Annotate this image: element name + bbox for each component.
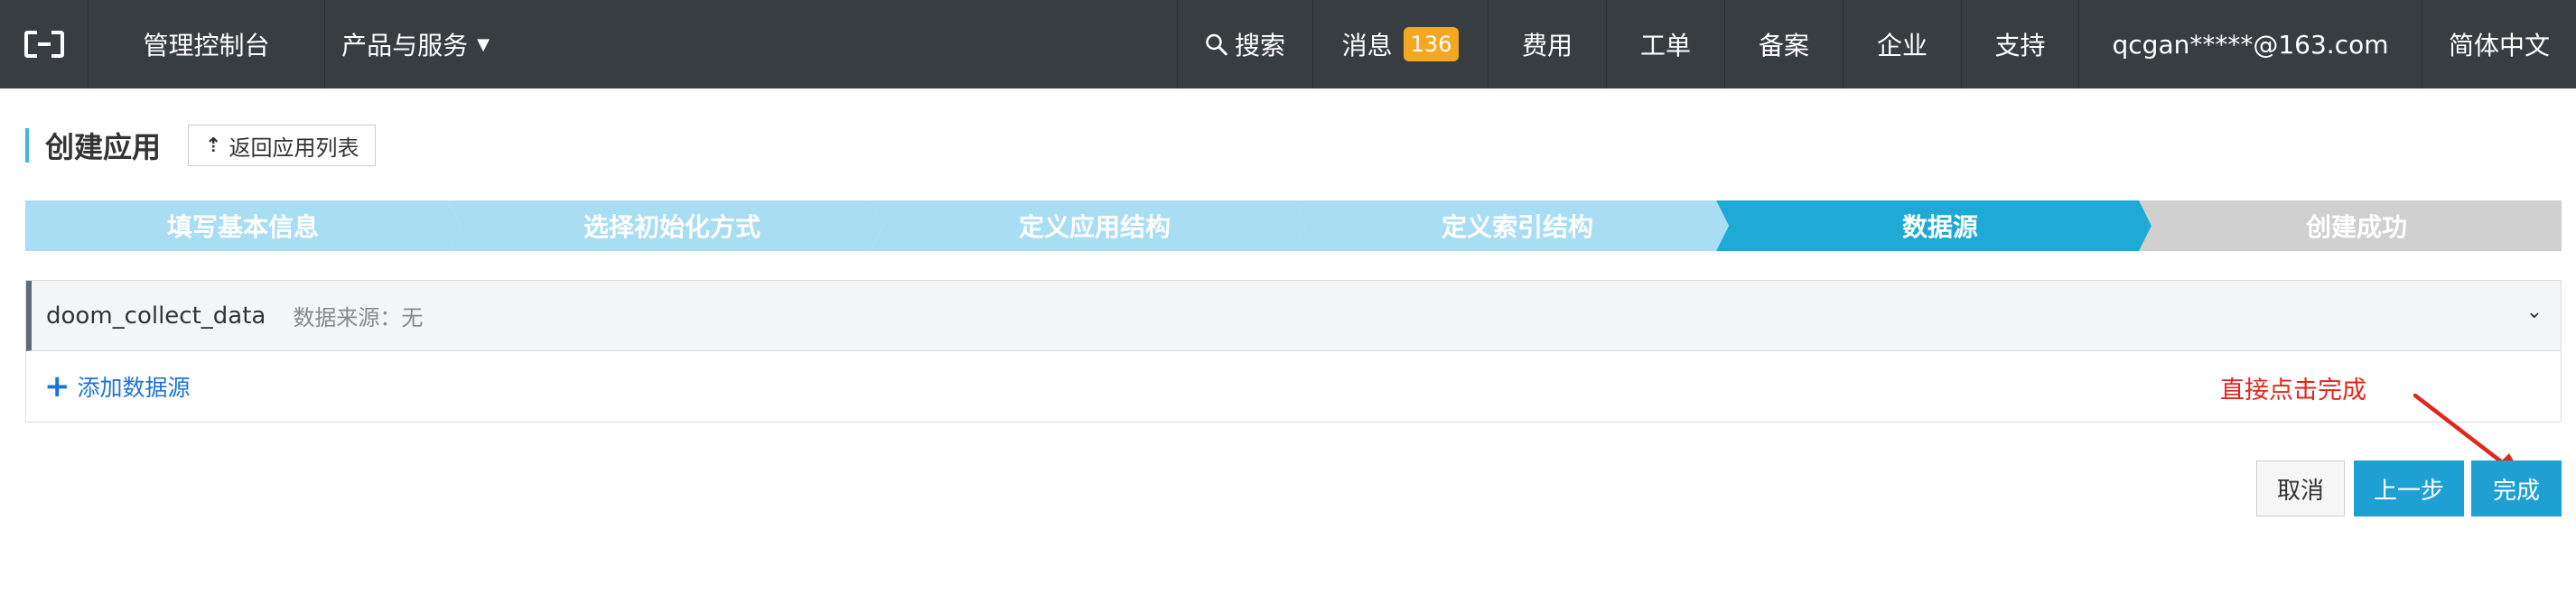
step-label: 创建成功 (2305, 212, 2407, 242)
fees-link[interactable]: 费用 (1489, 0, 1607, 88)
topbar-spacer (506, 0, 1178, 88)
step-4: 定义索引结构 (1293, 200, 1729, 251)
step-5: 数据源 (1716, 200, 2151, 251)
step-label: 填写基本信息 (166, 212, 319, 242)
back-to-app-list-button[interactable]: ⇡ 返回应用列表 (188, 125, 377, 166)
beian-link[interactable]: 备案 (1725, 0, 1843, 88)
step-label: 选择初始化方式 (583, 212, 761, 242)
datasource-name: doom_collect_data (46, 302, 266, 330)
previous-step-button[interactable]: 上一步 (2354, 460, 2464, 516)
add-datasource-link[interactable]: + 添加数据源 (26, 351, 2561, 422)
step-label: 定义应用结构 (1018, 212, 1171, 242)
page-title: 创建应用 (45, 130, 162, 164)
products-menu[interactable]: 产品与服务 ▼ (325, 0, 506, 88)
page-header: 创建应用 ⇡ 返回应用列表 (25, 125, 377, 166)
step-2: 选择初始化方式 (448, 200, 883, 251)
step-3: 定义应用结构 (871, 200, 1306, 251)
step-6: 创建成功 (2139, 200, 2562, 251)
annotation-text: 直接点击完成 (2220, 377, 2366, 405)
plus-icon: + (44, 368, 70, 405)
search-button[interactable]: 搜索 (1178, 0, 1313, 88)
console-link[interactable]: 管理控制台 (89, 0, 325, 88)
chevron-down-icon[interactable]: ⌄ (2526, 301, 2543, 323)
support-link[interactable]: 支持 (1962, 0, 2079, 88)
messages-link[interactable]: 消息 136 (1313, 0, 1489, 88)
enterprise-link[interactable]: 企业 (1843, 0, 1962, 88)
top-navigation-bar: 管理控制台 产品与服务 ▼ 搜索 消息 136 费用 工单 备案 企业 支持 q… (0, 0, 2576, 88)
account-menu[interactable]: qcgan*****@163.com (2079, 0, 2422, 88)
language-menu[interactable]: 简体中文 (2422, 0, 2576, 88)
step-1: 填写基本信息 (25, 200, 461, 251)
step-label: 定义索引结构 (1441, 212, 1593, 242)
datasource-panel: doom_collect_data 数据来源：无 ⌄ + 添加数据源 (25, 280, 2562, 423)
message-count-badge: 136 (1403, 27, 1460, 61)
tickets-link[interactable]: 工单 (1607, 0, 1725, 88)
finish-button[interactable]: 完成 (2471, 460, 2562, 516)
cancel-button[interactable]: 取消 (2256, 460, 2345, 516)
step-label: 数据源 (1901, 212, 1978, 242)
upload-arrow-icon: ⇡ (205, 134, 222, 157)
title-accent-bar (25, 128, 29, 163)
datasource-meta: 数据来源：无 (293, 305, 424, 330)
datasource-row[interactable]: doom_collect_data 数据来源：无 ⌄ (26, 281, 2561, 351)
step-wizard: 填写基本信息 选择初始化方式 定义应用结构 定义索引结构 数据源 创建成功 (25, 200, 2562, 251)
caret-down-icon: ▼ (477, 34, 490, 54)
aliyun-logo-icon (23, 31, 64, 58)
home-logo[interactable] (0, 0, 89, 88)
search-icon (1206, 33, 1227, 56)
